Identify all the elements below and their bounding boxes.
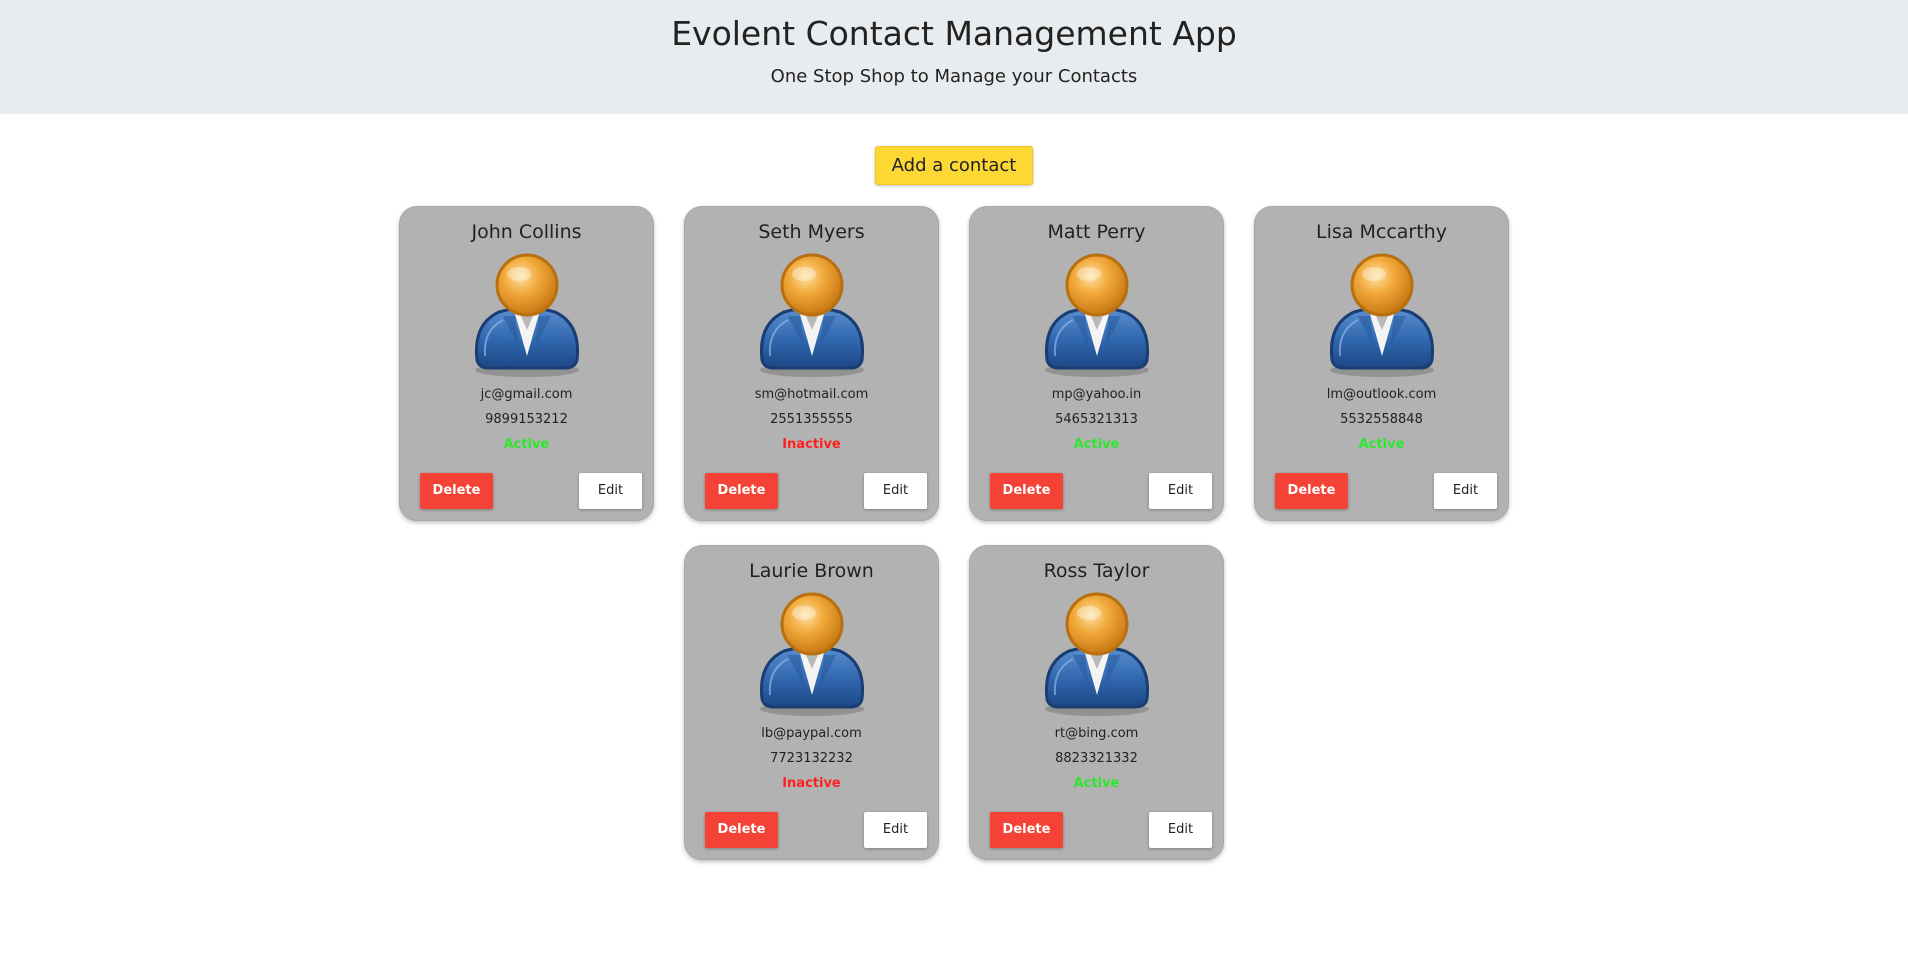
contact-phone: 5532558848 [1340,412,1423,427]
person-avatar-icon [1324,252,1440,378]
add-contact-button[interactable]: Add a contact [874,146,1034,185]
contact-status: Active [1073,776,1120,791]
contacts-grid: John Collins jc@gmail.com 9899153212 Act… [0,206,1908,884]
page-title: Evolent Contact Management App [671,14,1237,53]
contact-name: Seth Myers [758,221,865,243]
page-header: Evolent Contact Management App One Stop … [0,0,1908,114]
edit-button[interactable]: Edit [864,473,927,509]
contact-phone: 7723132232 [770,751,853,766]
delete-button[interactable]: Delete [1275,473,1348,509]
edit-button[interactable]: Edit [1149,473,1212,509]
contact-email: mp@yahoo.in [1051,387,1142,402]
person-avatar-icon [754,252,870,378]
person-avatar-icon [1039,252,1155,378]
contact-name: Matt Perry [1047,221,1146,243]
contacts-row: Laurie Brown lb@paypal.com 7723132232 In… [0,545,1908,860]
person-avatar-icon [469,252,585,378]
contact-phone: 5465321313 [1055,412,1138,427]
contact-email: sm@hotmail.com [754,387,869,402]
delete-button[interactable]: Delete [990,473,1063,509]
edit-button[interactable]: Edit [579,473,642,509]
contact-email: lb@paypal.com [761,726,862,741]
edit-button[interactable]: Edit [864,812,927,848]
contact-name: Laurie Brown [749,560,874,582]
contact-phone: 9899153212 [485,412,568,427]
contact-name: Lisa Mccarthy [1316,221,1447,243]
contact-card: Seth Myers sm@hotmail.com 2551355555 Ina… [684,206,939,521]
delete-button[interactable]: Delete [990,812,1063,848]
contact-name: Ross Taylor [1043,560,1150,582]
contact-card: John Collins jc@gmail.com 9899153212 Act… [399,206,654,521]
delete-button[interactable]: Delete [705,473,778,509]
actions-bar: Add a contact [0,146,1908,185]
contact-status: Active [503,437,550,452]
contact-email: rt@bing.com [1054,726,1139,741]
edit-button[interactable]: Edit [1149,812,1212,848]
contact-phone: 2551355555 [770,412,853,427]
page-subtitle: One Stop Shop to Manage your Contacts [770,66,1138,87]
person-avatar-icon [754,591,870,717]
contact-card: Lisa Mccarthy lm@outlook.com 5532558848 … [1254,206,1509,521]
contact-status: Inactive [782,437,841,452]
contact-status: Inactive [782,776,841,791]
contact-status: Active [1358,437,1405,452]
edit-button[interactable]: Edit [1434,473,1497,509]
contact-card: Ross Taylor rt@bing.com 8823321332 Activ… [969,545,1224,860]
contact-name: John Collins [471,221,582,243]
contact-card: Laurie Brown lb@paypal.com 7723132232 In… [684,545,939,860]
contact-phone: 8823321332 [1055,751,1138,766]
delete-button[interactable]: Delete [705,812,778,848]
contact-card: Matt Perry mp@yahoo.in 5465321313 Active… [969,206,1224,521]
contacts-row: John Collins jc@gmail.com 9899153212 Act… [0,206,1908,521]
contact-status: Active [1073,437,1120,452]
delete-button[interactable]: Delete [420,473,493,509]
contact-email: lm@outlook.com [1326,387,1437,402]
contact-email: jc@gmail.com [480,387,573,402]
person-avatar-icon [1039,591,1155,717]
